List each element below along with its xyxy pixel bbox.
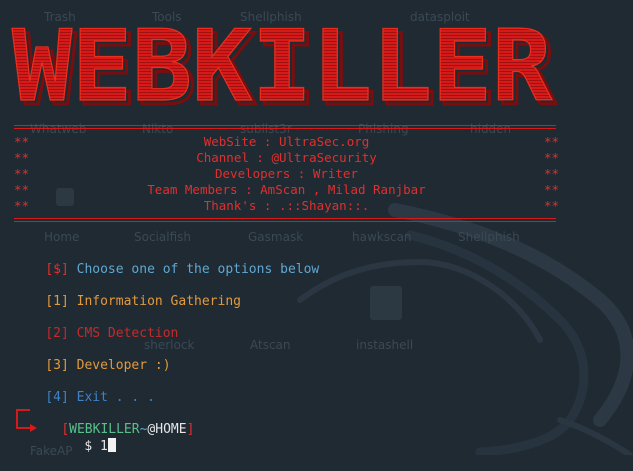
- prompt-dollar: $: [84, 439, 93, 454]
- website-text: WebSite : UltraSec.org: [203, 134, 370, 149]
- webkiller-banner: WEBKILLER WEBKILLER: [11, 12, 557, 112]
- menu-item-label: Exit . . .: [68, 390, 155, 405]
- team-members-text: Team Members : AmScan , Milad Ranjbar: [147, 182, 426, 197]
- bottom-divider: [14, 218, 556, 222]
- menu-item-key: [4]: [45, 390, 69, 405]
- info-row-thanks: ** Thank's : .::Shayan::. **: [14, 198, 559, 214]
- menu-item-label: Information Gathering: [68, 294, 241, 309]
- menu-item-key: [3]: [45, 358, 69, 373]
- command-line[interactable]: $ 1: [53, 422, 116, 471]
- developers-text: Developers : Writer: [215, 166, 358, 181]
- stars-right: **: [543, 134, 559, 149]
- top-divider: [14, 125, 556, 129]
- prompt-host: @HOME: [147, 422, 187, 437]
- menu-item-label: Developer :): [68, 358, 171, 373]
- info-row-website: ** WebSite : UltraSec.org **: [14, 134, 559, 150]
- info-row-developers: ** Developers : Writer **: [14, 166, 559, 182]
- menu-item-key: [2]: [45, 326, 69, 341]
- info-row-team: ** Team Members : AmScan , Milad Ranjbar…: [14, 182, 559, 198]
- info-row-channel: ** Channel : @UltraSecurity **: [14, 150, 559, 166]
- channel-text: Channel : @UltraSecurity: [196, 150, 377, 165]
- choose-text: Choose one of the options below: [68, 262, 320, 277]
- stars-right: **: [543, 150, 559, 165]
- text-cursor: [107, 438, 116, 452]
- prompt-corner-line: [16, 409, 30, 429]
- thanks-text: Thank's : .::Shayan::.: [203, 198, 370, 213]
- prompt-close-bracket: ]: [186, 422, 195, 437]
- menu-item-key: [1]: [45, 294, 69, 309]
- banner-text: WEBKILLER: [12, 12, 552, 112]
- menu-item-label: CMS Detection: [68, 326, 179, 341]
- stars-right: **: [543, 182, 559, 197]
- terminal-window[interactable]: WEBKILLER WEBKILLER ** WebSite : UltraSe…: [0, 0, 633, 455]
- dollar-bracket: [$]: [45, 262, 69, 277]
- stars-right: **: [543, 166, 559, 181]
- command-input[interactable]: 1: [100, 439, 108, 454]
- stars-right: **: [543, 198, 559, 213]
